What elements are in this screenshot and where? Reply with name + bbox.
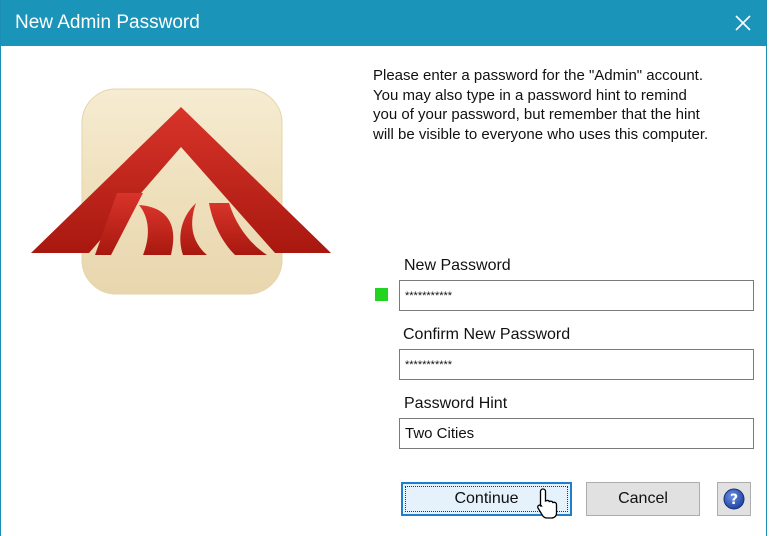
app-logo (31, 85, 336, 300)
new-password-field[interactable] (399, 280, 754, 311)
svg-text:?: ? (730, 492, 738, 508)
window-title: New Admin Password (15, 12, 200, 33)
password-hint-label: Password Hint (404, 395, 508, 412)
new-password-label: New Password (404, 257, 511, 274)
title-bar: New Admin Password (1, 0, 766, 46)
close-button[interactable] (720, 0, 766, 46)
mouse-cursor-icon (537, 488, 558, 519)
password-strength-indicator (375, 288, 388, 301)
dialog-window: New Admin Password Please enter a passwo… (0, 0, 767, 536)
help-icon: ? (723, 488, 745, 510)
password-hint-field[interactable] (399, 418, 754, 449)
instructions-text: Please enter a password for the "Admin" … (373, 67, 709, 143)
cancel-button-label: Cancel (618, 490, 668, 507)
confirm-password-label: Confirm New Password (403, 326, 571, 343)
confirm-password-field[interactable] (399, 349, 754, 380)
cancel-button[interactable]: Cancel (586, 482, 700, 516)
close-icon (735, 15, 751, 31)
help-button[interactable]: ? (717, 482, 751, 516)
